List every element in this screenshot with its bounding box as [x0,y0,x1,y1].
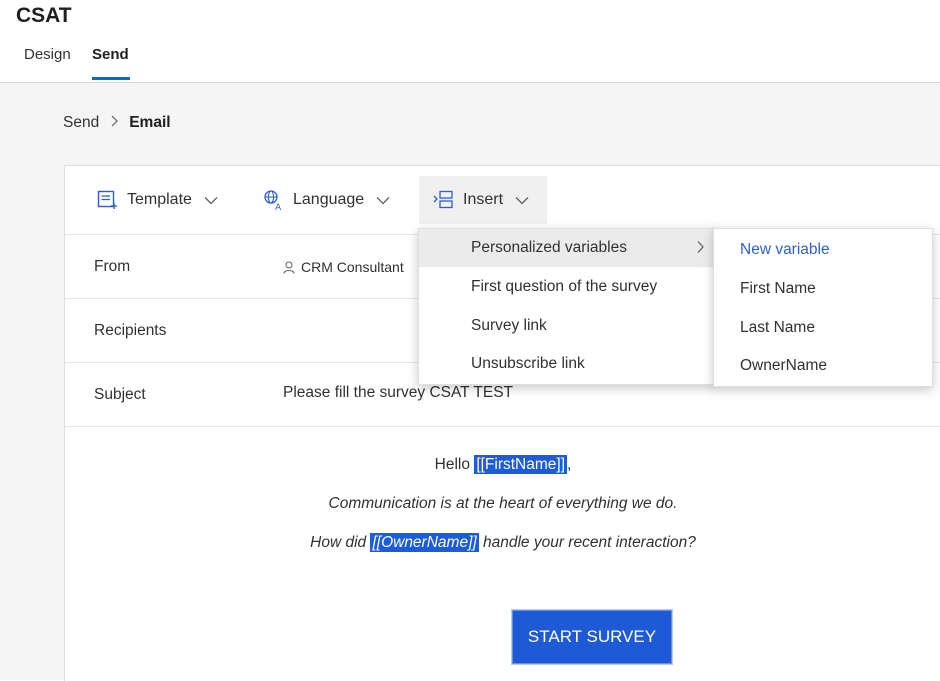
menu-item-last-name[interactable]: Last Name [714,309,932,347]
menu-item-first-question[interactable]: First question of the survey [419,268,715,306]
tab-design[interactable]: Design [24,46,71,63]
menu-item-label: Personalized variables [471,239,627,256]
menu-item-personalized-variables[interactable]: Personalized variables [419,229,715,267]
app-header: CSAT Design Send [0,0,940,83]
subject-label: Subject [94,386,146,403]
greeting-text: Hello [434,456,470,473]
insert-menu: Personalized variables First question of… [418,228,716,385]
greeting-suffix: , [567,456,572,473]
chevron-right-icon [697,241,704,253]
email-body[interactable]: Hello [[FirstName]], Communication is at… [65,428,940,681]
communication-line: Communication is at the heart of everyth… [328,495,678,512]
menu-item-label: First question of the survey [471,278,658,295]
chevron-down-icon [515,196,529,204]
start-survey-button[interactable]: START SURVEY [512,610,672,664]
language-label: Language [293,191,365,208]
breadcrumb-email: Email [129,114,171,131]
menu-item-label: First Name [740,280,816,297]
recipients-label: Recipients [94,322,167,339]
question-suffix: handle your recent interaction? [483,534,696,551]
menu-item-ownername[interactable]: OwnerName [714,347,932,385]
person-icon [283,261,295,274]
template-button[interactable]: Template [97,176,226,224]
breadcrumb-send[interactable]: Send [63,114,99,131]
firstname-token[interactable]: [[FirstName]] [474,455,568,474]
chevron-right-icon [109,114,119,132]
subject-field[interactable]: Please fill the survey CSAT TEST [283,384,513,402]
ownername-token[interactable]: [[OwnerName]] [370,533,479,552]
insert-icon [433,190,453,209]
breadcrumb: Send Email [63,114,171,132]
chevron-down-icon [204,196,218,204]
app-title: CSAT [16,4,72,27]
menu-item-label: Unsubscribe link [471,355,585,372]
language-icon: A [264,190,282,211]
menu-item-unsubscribe-link[interactable]: Unsubscribe link [419,345,715,383]
email-toolbar: Template A Language Insert [65,166,940,235]
insert-label: Insert [463,191,504,208]
template-label: Template [127,191,192,208]
greeting-line: Hello [[FirstName]], [65,455,940,474]
insert-button[interactable]: Insert [419,176,547,224]
menu-item-first-name[interactable]: First Name [714,270,932,308]
template-icon [97,190,117,209]
menu-item-label: OwnerName [740,357,827,374]
menu-item-survey-link[interactable]: Survey link [419,307,715,345]
menu-item-label: Survey link [471,317,547,334]
svg-text:A: A [275,203,282,211]
menu-item-label: Last Name [740,319,815,336]
menu-item-label: New variable [740,241,830,258]
from-label: From [94,258,131,275]
variables-submenu: New variable First Name Last Name OwnerN… [713,228,933,387]
chevron-down-icon [376,196,390,204]
tab-selected-indicator [92,77,130,80]
question-line: How did [[OwnerName]] handle your recent… [65,533,940,552]
tab-send[interactable]: Send [92,46,129,63]
question-prefix: How did [310,534,367,551]
from-value[interactable]: CRM Consultant [283,259,404,275]
menu-item-new-variable[interactable]: New variable [714,231,932,269]
from-value-text: CRM Consultant [301,259,404,275]
language-button[interactable]: A Language [263,176,398,224]
